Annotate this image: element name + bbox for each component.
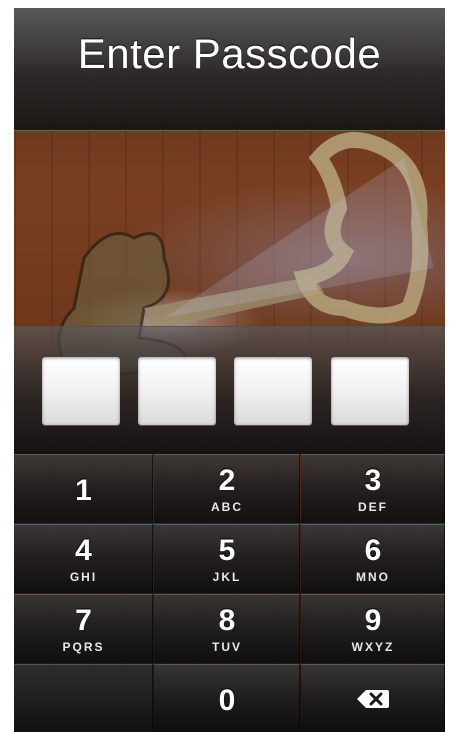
key-digit: 3 bbox=[364, 464, 382, 497]
key-letters: ABC bbox=[211, 500, 243, 514]
passcode-digit-box-1[interactable] bbox=[42, 357, 120, 425]
key-blank bbox=[14, 664, 153, 732]
key-letters: WXYZ bbox=[351, 640, 395, 654]
key-5[interactable]: 5 JKL bbox=[154, 524, 300, 593]
key-1[interactable]: 1 bbox=[14, 454, 153, 523]
header-bar: Enter Passcode bbox=[14, 8, 445, 131]
key-digit: 7 bbox=[75, 604, 92, 637]
key-digit: 5 bbox=[218, 534, 236, 567]
numeric-keypad: 1 2 ABC 3 DEF 4 GHI 5 JKL 6 MNO 7 PQRS 8 bbox=[14, 454, 445, 732]
key-digit: 9 bbox=[364, 604, 382, 637]
key-digit: 1 bbox=[75, 474, 92, 507]
key-6[interactable]: 6 MNO bbox=[301, 524, 445, 593]
key-letters: TUV bbox=[212, 640, 242, 654]
key-4[interactable]: 4 GHI bbox=[14, 524, 153, 593]
key-9[interactable]: 9 WXYZ bbox=[301, 594, 445, 663]
key-0[interactable]: 0 bbox=[154, 664, 300, 732]
lock-screen: Enter Passcode 1 2 ABC 3 DEF 4 GHI 5 JKL bbox=[14, 8, 445, 732]
passcode-digit-box-3[interactable] bbox=[234, 357, 312, 425]
delete-button[interactable] bbox=[301, 664, 445, 732]
key-3[interactable]: 3 DEF bbox=[301, 454, 445, 523]
key-letters: JKL bbox=[212, 570, 242, 584]
key-2[interactable]: 2 ABC bbox=[154, 454, 300, 523]
key-letters: GHI bbox=[69, 570, 98, 584]
passcode-digit-box-4[interactable] bbox=[331, 357, 409, 425]
key-digit: 4 bbox=[75, 534, 92, 567]
page-title: Enter Passcode bbox=[77, 30, 382, 77]
key-digit: 8 bbox=[218, 604, 236, 637]
key-letters: MNO bbox=[356, 570, 390, 584]
backspace-icon bbox=[357, 690, 389, 708]
key-letters: PQRS bbox=[62, 640, 105, 654]
key-letters: DEF bbox=[358, 500, 388, 514]
key-digit: 6 bbox=[364, 534, 382, 567]
passcode-digit-box-2[interactable] bbox=[138, 357, 216, 425]
key-digit: 2 bbox=[218, 464, 236, 497]
key-7[interactable]: 7 PQRS bbox=[14, 594, 153, 663]
key-8[interactable]: 8 TUV bbox=[154, 594, 300, 663]
key-digit: 0 bbox=[218, 684, 236, 717]
passcode-field bbox=[14, 326, 445, 454]
